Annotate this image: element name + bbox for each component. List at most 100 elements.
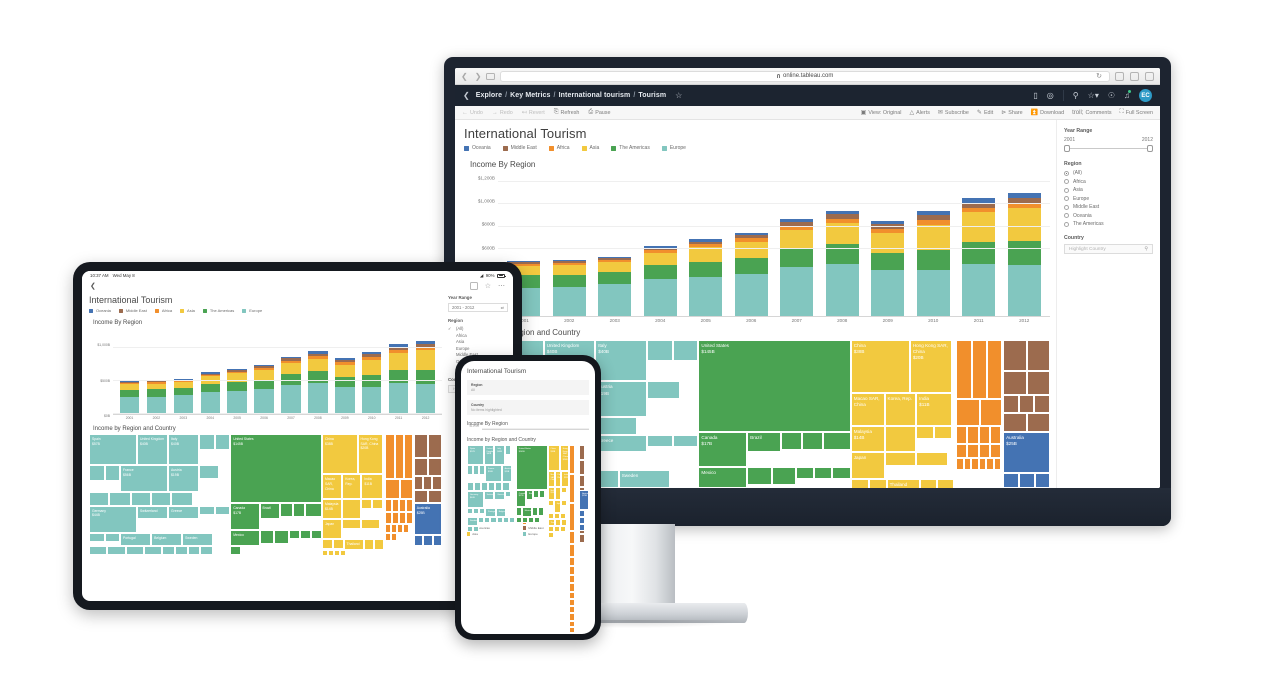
treemap-cell[interactable] (971, 458, 979, 471)
bar-segment-europe[interactable] (962, 264, 996, 316)
toolbar-download[interactable]: ⏫ Download (1031, 109, 1064, 117)
browser-sidebar-toggle-icon[interactable] (486, 72, 496, 80)
treemap-cell[interactable] (956, 443, 968, 459)
stacked-bar[interactable] (916, 211, 950, 316)
treemap-cell[interactable] (967, 425, 979, 444)
toolbar-pause[interactable]: ⎙ Pause (588, 109, 610, 116)
bar-segment-asia[interactable] (871, 232, 905, 253)
toolbar-subscribe[interactable]: ✉ Subscribe (938, 109, 969, 117)
browser-forward-icon[interactable]: ❯ (475, 72, 482, 81)
treemap-cell-india[interactable]: India $11B (916, 393, 952, 426)
treemap-cell[interactable] (505, 445, 512, 456)
stacked-bar[interactable] (598, 256, 632, 316)
stacked-bar[interactable] (335, 357, 355, 414)
bar-segment-asia[interactable] (962, 212, 996, 242)
treemap-cell-italy[interactable]: Italy $40B (168, 434, 200, 466)
bar-segment-europe[interactable] (871, 270, 905, 316)
treemap-cell[interactable] (646, 340, 673, 361)
treemap-cell-korea-rep[interactable]: Korea, Rep. (342, 474, 362, 499)
treemap-cell[interactable] (310, 530, 322, 540)
legend-item-the-americas[interactable]: The Americas (202, 308, 234, 313)
treemap-cell-united-kingdom[interactable]: United Kingdom $40B (137, 434, 169, 466)
treemap-cell-switzerland[interactable]: Switzerland (137, 505, 169, 520)
treemap-cell[interactable] (884, 425, 917, 453)
region-option-the-americas[interactable]: The Americas (1064, 221, 1153, 227)
treemap-cell-sweden[interactable]: Sweden (467, 516, 478, 526)
treemap-cell-sweden[interactable]: Sweden (182, 532, 214, 546)
tablet-stepper-icon[interactable]: ⇄ (501, 305, 504, 310)
treemap-cell[interactable] (967, 443, 979, 459)
bar-segment-asia[interactable] (689, 247, 723, 262)
treemap-cell-malaysia[interactable]: Malaysia$14B (321, 498, 343, 520)
treemap-cell-portugal[interactable]: Portugal (120, 532, 152, 546)
treemap-cell-malaysia[interactable]: Malaysia$14B (850, 425, 885, 453)
treemap-cell[interactable] (823, 431, 851, 450)
treemap-cell[interactable] (502, 482, 510, 492)
treemap-cell[interactable] (569, 583, 576, 592)
stacked-bar[interactable] (689, 239, 723, 316)
bar-column[interactable] (820, 171, 866, 316)
legend-item-asia[interactable]: Asia (180, 308, 195, 313)
treemap-cell[interactable] (144, 545, 163, 555)
treemap-cell-china[interactable]: China $38B (547, 445, 560, 471)
stacked-bar[interactable] (281, 356, 301, 414)
year-range-slider[interactable] (1064, 144, 1153, 153)
bar-column[interactable] (412, 328, 439, 414)
treemap-cell-france[interactable]: France$56B (120, 465, 169, 493)
treemap-cell[interactable] (342, 498, 362, 520)
treemap-cell-mexico[interactable]: Mexico (230, 530, 260, 546)
radio-button[interactable] (1064, 187, 1069, 193)
treemap-cell-greece[interactable]: Greece (595, 434, 647, 453)
treemap-cell[interactable] (1034, 395, 1050, 414)
treemap-cell[interactable] (559, 526, 566, 533)
bar-segment-the-americas[interactable] (388, 370, 409, 384)
treemap-cell[interactable] (1003, 340, 1027, 372)
region-option-middle-east[interactable]: Middle East (1064, 204, 1153, 210)
treemap-cell[interactable] (432, 475, 442, 490)
treemap-cell[interactable] (427, 434, 442, 458)
toolbar-redo[interactable]: → Redo (492, 110, 513, 116)
treemap-cell-sweden[interactable]: Sweden (618, 470, 671, 488)
treemap-cell[interactable] (569, 598, 576, 607)
radio-button[interactable] (1064, 213, 1069, 218)
bar-column[interactable] (251, 328, 278, 414)
treemap-cell[interactable] (569, 632, 576, 634)
treemap-cell[interactable] (868, 479, 887, 488)
treemap-cell-korea-rep[interactable]: Korea, Rep. (554, 470, 562, 487)
treemap-cell[interactable] (299, 530, 311, 540)
treemap-cell[interactable] (230, 545, 242, 555)
treemap-cell[interactable] (989, 443, 1002, 459)
treemap-cell-japan[interactable]: Japan (850, 452, 885, 480)
treemap-cell-india[interactable]: India $11B (361, 474, 383, 499)
treemap-cell-brazil[interactable]: Brazil (525, 489, 533, 500)
treemap-cell[interactable] (423, 534, 433, 546)
breadcrumb-tourism[interactable]: Tourism (638, 92, 666, 99)
treemap-cell[interactable] (956, 425, 968, 444)
treemap-cell-italy[interactable]: Italy $40B (494, 445, 506, 466)
treemap-cell[interactable] (979, 399, 1003, 426)
treemap-cell-macao-sar-china[interactable]: Macao SAR, China (850, 393, 885, 426)
toolbar-view-original[interactable]: ▣ View: Original (861, 109, 902, 117)
bar-segment-europe[interactable] (643, 279, 677, 316)
bar-segment-europe[interactable] (598, 283, 632, 316)
treemap-cell-france[interactable]: France$56B (485, 465, 502, 483)
bar-column[interactable] (865, 171, 911, 316)
legend-item-oceania[interactable]: Oceania (89, 308, 111, 313)
new-tab-icon[interactable] (1130, 71, 1139, 81)
bar-segment-the-americas[interactable] (780, 249, 814, 268)
treemap-cell[interactable] (321, 539, 333, 550)
treemap-cell[interactable] (392, 498, 400, 513)
bar-segment-the-americas[interactable] (335, 376, 355, 387)
treemap-cell[interactable] (413, 489, 428, 504)
treemap-cell[interactable] (1034, 473, 1050, 488)
device-icon[interactable]: ◎ (1047, 91, 1054, 100)
treemap-cell-hong-kong-sar-china[interactable]: Hong Kong SAR, China $20B (909, 340, 952, 394)
bar-column[interactable] (774, 171, 820, 316)
bar-segment-the-americas[interactable] (200, 383, 220, 393)
stacked-bar[interactable] (173, 378, 193, 414)
treemap-cell-mexico[interactable]: Mexico (698, 467, 748, 488)
treemap-cell[interactable] (89, 532, 105, 542)
bar-column[interactable] (683, 171, 729, 316)
treemap-cell[interactable] (569, 557, 576, 566)
toolbar-fullscreen[interactable]: ⛶ Full Screen (1120, 109, 1153, 116)
